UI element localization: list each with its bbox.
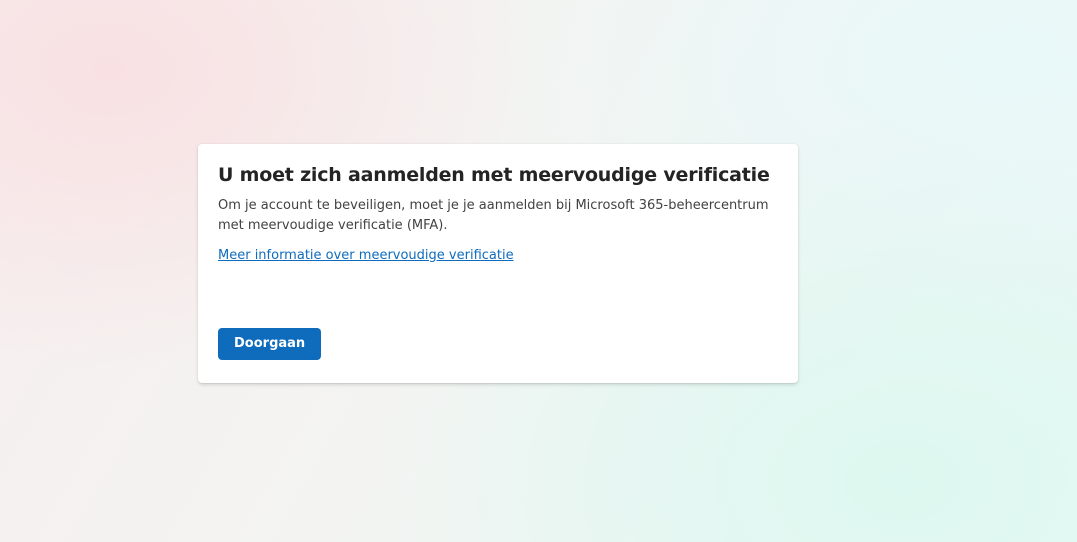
learn-more-mfa-link[interactable]: Meer informatie over meervoudige verific… — [218, 246, 514, 266]
continue-button[interactable]: Doorgaan — [218, 328, 322, 360]
dialog-description: Om je account te beveiligen, moet je je … — [218, 198, 769, 233]
dialog-title: U moet zich aanmelden met meervoudige ve… — [218, 164, 770, 186]
mfa-required-dialog: U moet zich aanmelden met meervoudige ve… — [198, 144, 798, 383]
